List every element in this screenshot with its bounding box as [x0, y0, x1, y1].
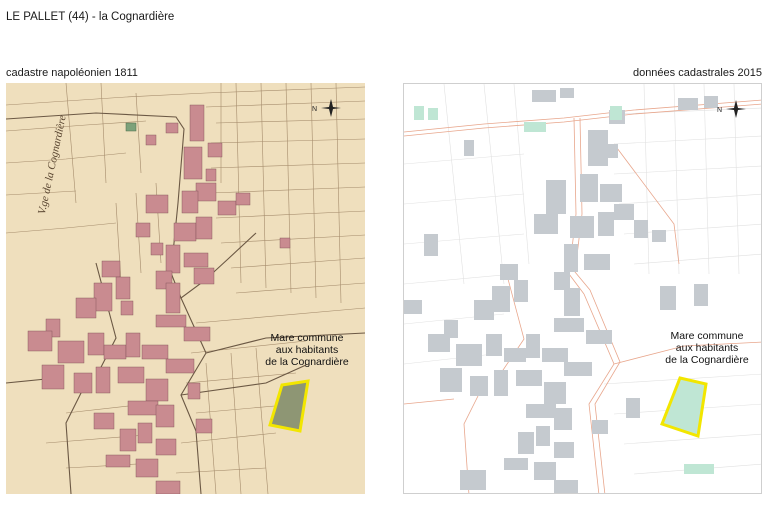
annotation-line-3: de la Cognardière [665, 354, 749, 366]
north-letter: N [312, 106, 317, 113]
north-letter: N [717, 107, 722, 114]
annotation-line-2: aux habitants [275, 344, 339, 356]
cadastre-2015-map[interactable]: Mare commune aux habitants de la Cognard… [403, 83, 762, 494]
north-arrow-icon: N [717, 98, 747, 120]
north-arrow-icon: N [312, 97, 342, 119]
right-map-label: données cadastrales 2015 [632, 67, 762, 79]
pond-highlight [268, 379, 310, 433]
green-marker [125, 122, 137, 132]
napoleonic-cadastre-map[interactable]: V.ge de la Cognardière Mare commune aux … [6, 83, 365, 494]
road-lines [404, 99, 761, 493]
left-map-annotation: Mare commune aux habitants de la Cognard… [252, 332, 362, 368]
annotation-line-2: aux habitants [675, 342, 739, 354]
building-footprints [404, 88, 718, 493]
left-map-label: cadastre napoléonien 1811 [6, 67, 138, 79]
right-map-annotation: Mare commune aux habitants de la Cognard… [658, 330, 756, 366]
pond-highlight [660, 376, 708, 438]
annotation-line-3: de la Cognardière [265, 356, 349, 368]
annotation-line-1: Mare commune [270, 332, 344, 344]
parcel-lines [404, 84, 761, 475]
annotation-line-1: Mare commune [670, 330, 744, 342]
cadastre-2015-drawing [404, 84, 761, 493]
page-title: LE PALLET (44) - la Cognardière [6, 11, 175, 23]
